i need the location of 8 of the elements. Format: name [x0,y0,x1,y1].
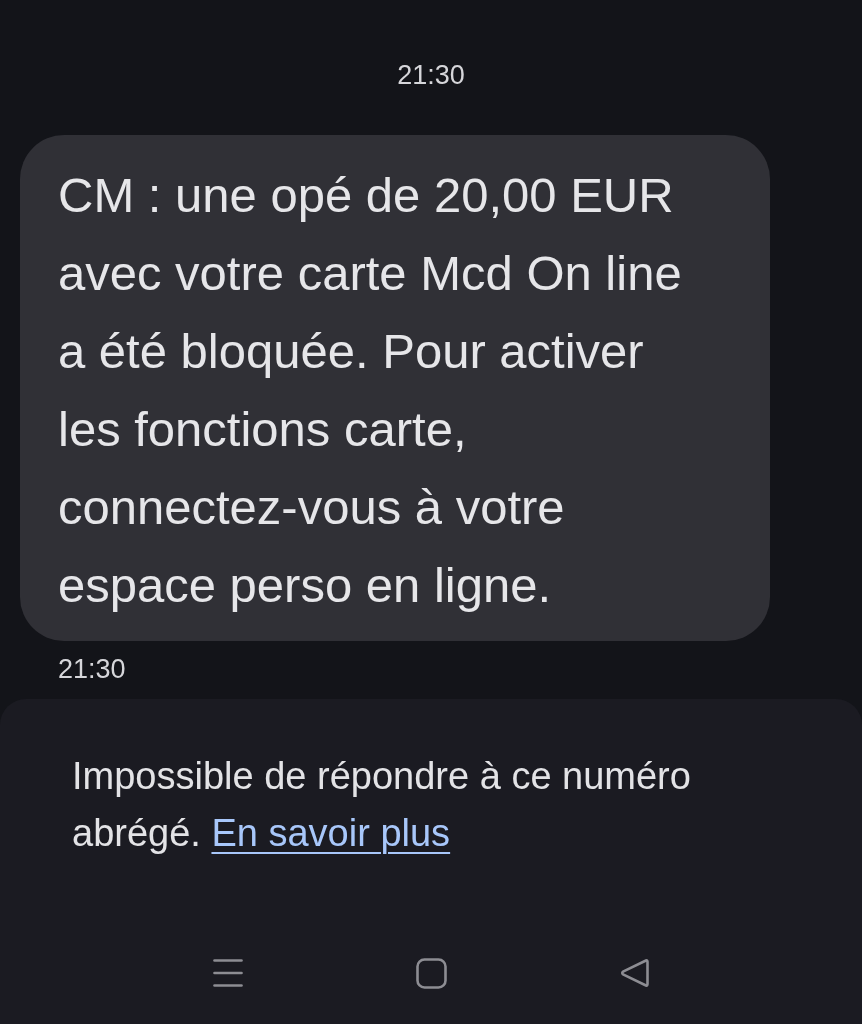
back-icon[interactable] [620,958,649,988]
date-timestamp: 21:30 [397,60,465,90]
message-bubble: CM : une opé de 20,00 EUR avec votre carte Mcd On line a été bloquée. Pour activer les fonctions carte, connectez-vous à votre espace perso en ligne. [20,135,770,641]
learn-more-link[interactable]: En savoir plus [211,812,451,854]
home-icon[interactable] [416,957,447,989]
reply-unavailable-notice: Impossible de répondre à ce numéro abrégé. En savoir plus [72,754,692,856]
message-timestamp: 21:30 [58,654,126,684]
menu-icon[interactable] [213,959,243,987]
